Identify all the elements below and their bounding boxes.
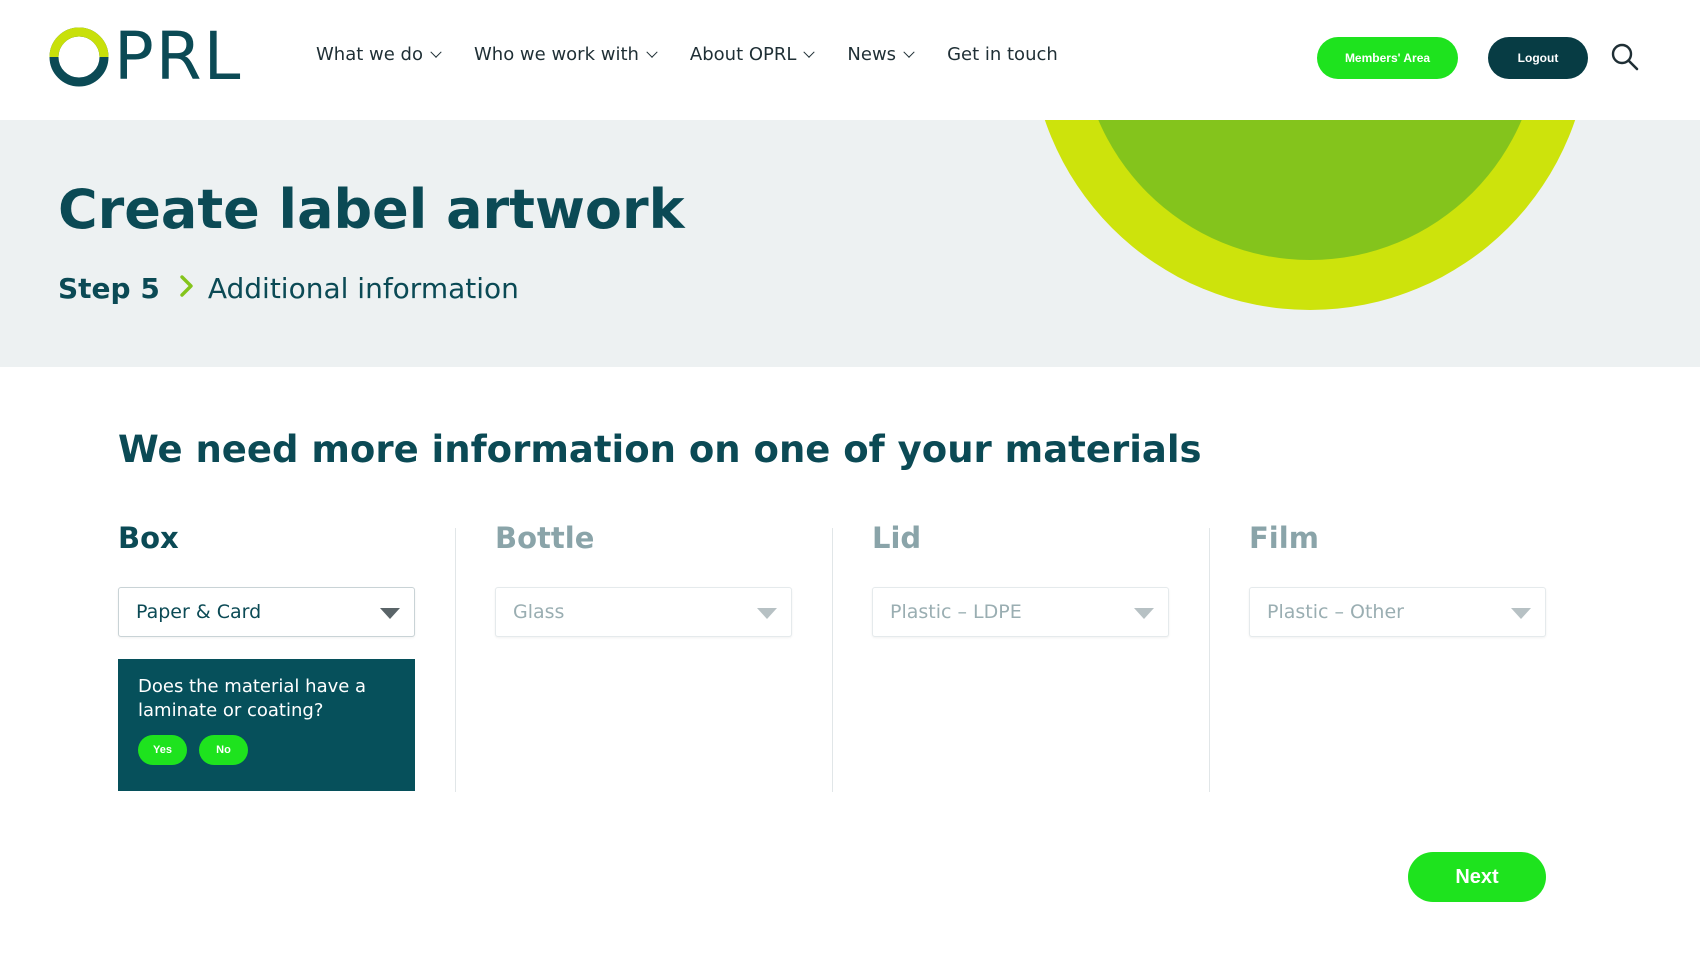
material-column-film: Film Plastic – Other [1249,520,1559,637]
material-select-bottle[interactable]: Glass [495,587,792,637]
caret-down-icon [1134,608,1154,619]
select-value: Plastic – Other [1267,601,1404,623]
column-divider [1209,528,1210,792]
nav-item-label: News [847,44,897,65]
next-button[interactable]: Next [1408,852,1546,902]
nav-item-get-in-touch[interactable]: Get in touch [947,44,1058,65]
select-value: Paper & Card [136,601,262,623]
material-column-lid: Lid Plastic – LDPE [872,520,1182,637]
nav-item-label: Who we work with [473,44,639,65]
hero-banner: Create label artwork Step 5 Additional i… [0,120,1700,367]
laminate-question-panel: Does the material have a laminate or coa… [118,659,415,791]
question-buttons: Yes No [138,735,395,765]
nav-item-what-we-do[interactable]: What we do [316,44,442,65]
chevron-right-icon [180,272,194,305]
material-column-bottle: Bottle Glass [495,520,805,637]
nav-item-who-we-work-with[interactable]: Who we work with [473,44,658,65]
logo-text: PRL [114,18,243,95]
yes-button[interactable]: Yes [138,735,187,765]
material-name: Lid [872,521,922,555]
no-button[interactable]: No [199,735,248,765]
chevron-down-icon [646,46,658,58]
nav-item-label: What we do [316,44,423,65]
main-nav: What we do Who we work with About OPRL N… [316,44,1092,65]
step-name: Additional information [207,272,519,305]
nav-item-about-oprl[interactable]: About OPRL [689,44,816,65]
nav-item-label: About OPRL [689,44,797,65]
material-name: Bottle [495,521,595,555]
material-name: Box [118,521,179,555]
material-select-box[interactable]: Paper & Card [118,587,415,637]
chevron-down-icon [803,46,816,58]
step-number: Step 5 [58,272,160,305]
oprl-logo[interactable]: PRL [48,24,242,90]
members-area-button[interactable]: Members' Area [1317,37,1458,79]
nav-item-label: Get in touch [947,44,1058,65]
page-title: Create label artwork [58,178,685,241]
material-select-lid[interactable]: Plastic – LDPE [872,587,1169,637]
chevron-down-icon [903,46,915,58]
column-divider [832,528,833,792]
material-select-film[interactable]: Plastic – Other [1249,587,1546,637]
site-header: PRL What we do Who we work with About OP… [0,0,1700,120]
logout-button[interactable]: Logout [1488,37,1588,79]
select-value: Glass [513,601,565,623]
column-divider [455,528,456,792]
question-text: Does the material have a laminate or coa… [138,676,367,721]
material-column-box: Box Paper & Card Does the material have … [118,520,428,791]
search-icon[interactable] [1610,42,1640,72]
step-breadcrumb: Step 5 Additional information [58,272,519,305]
material-name: Film [1249,521,1319,555]
select-value: Plastic – LDPE [890,601,1022,623]
caret-down-icon [1511,608,1531,619]
nav-item-news[interactable]: News [847,44,915,65]
chevron-down-icon [430,46,442,58]
section-title: We need more information on one of your … [118,428,1202,471]
logo-ring-icon [49,27,109,87]
caret-down-icon [380,608,400,619]
decorative-circle [1044,120,1576,310]
caret-down-icon [757,608,777,619]
